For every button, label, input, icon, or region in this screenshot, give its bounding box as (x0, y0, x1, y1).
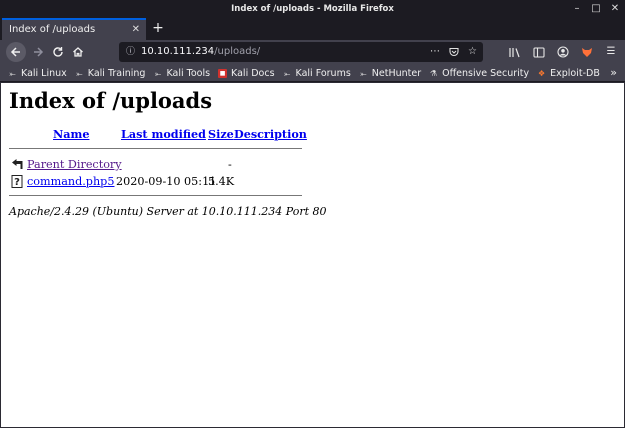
bookmark-label: Offensive Security (442, 67, 530, 79)
bookmark-star-icon[interactable]: ☆ (468, 42, 477, 65)
page-actions-icon[interactable]: ⋯ (430, 42, 440, 65)
url-bar[interactable]: ⓘ 10.10.111.234/uploads/ ⋯ ☆ (119, 42, 483, 62)
tab-index-of-uploads[interactable]: Index of /uploads ✕ (2, 18, 146, 40)
tab-title: Index of /uploads (9, 24, 96, 35)
bookmarks-overflow-icon[interactable]: » (610, 64, 617, 82)
page-title: Index of /uploads (9, 88, 213, 113)
bookmarks-list: ⤜ Kali Linux ⤜ Kali Training ⤜ Kali Tool… (8, 64, 600, 82)
tab-close-button[interactable]: ✕ (132, 20, 140, 39)
library-icon[interactable] (507, 42, 523, 62)
menu-icon[interactable]: ☰ (603, 42, 619, 62)
column-header-size[interactable]: Size (208, 127, 234, 141)
parent-size: - (228, 158, 232, 171)
column-header-name[interactable]: Name (53, 127, 89, 141)
bookmark-kali-forums[interactable]: ⤜ Kali Forums (283, 64, 351, 82)
foxyproxy-icon[interactable] (579, 42, 595, 62)
bookmark-kali-tools[interactable]: ⤜ Kali Tools (153, 64, 210, 82)
window-titlebar: Index of /uploads - Mozilla Firefox – □ … (0, 0, 625, 18)
file-size: 5.4K (208, 175, 235, 188)
url-actions: ⋯ ☆ (430, 42, 477, 65)
reload-icon (53, 47, 63, 57)
window-title: Index of /uploads - Mozilla Firefox (231, 4, 394, 14)
page-content: Index of /uploads Name Last modified Siz… (1, 83, 624, 427)
svg-text:?: ? (14, 177, 20, 188)
exploit-db-icon: ❖ (538, 68, 546, 78)
header-rule (9, 148, 302, 149)
bookmark-label: Kali Tools (166, 67, 211, 79)
url-host: 10.10.111.234 (141, 46, 215, 57)
bookmark-label: NetHunter (371, 67, 422, 79)
bookmark-label: Kali Forums (295, 67, 351, 79)
kali-dragon-icon: ⤜ (76, 68, 83, 78)
bookmark-label: Kali Linux (21, 67, 67, 79)
column-header-last-modified[interactable]: Last modified (121, 127, 206, 141)
bookmark-kali-training[interactable]: ⤜ Kali Training (75, 64, 146, 82)
file-modified: 2020-09-10 05:11 (116, 175, 217, 188)
site-info-icon[interactable]: ⓘ (126, 42, 135, 62)
bookmark-kali-docs[interactable]: ■ Kali Docs (218, 64, 275, 82)
footer-rule (9, 195, 302, 196)
toolbar-right: ☰ (507, 42, 619, 62)
bookmark-exploit-db[interactable]: ❖ Exploit-DB (537, 64, 600, 82)
kali-dragon-icon: ⤜ (283, 68, 291, 78)
kali-docs-icon: ■ (218, 68, 228, 78)
close-window-button[interactable]: ✕ (609, 3, 621, 15)
reload-button[interactable] (48, 42, 68, 62)
table-row: ? command.php5 2020-09-10 05:11 5.4K (9, 175, 303, 189)
server-signature: Apache/2.4.29 (Ubuntu) Server at 10.10.1… (9, 205, 327, 218)
home-icon (73, 47, 83, 57)
maximize-button[interactable]: □ (590, 3, 602, 15)
kali-dragon-icon: ⤜ (9, 68, 16, 78)
sidebar-icon[interactable] (531, 42, 547, 62)
account-icon[interactable] (555, 42, 571, 62)
unknown-file-icon: ? (11, 175, 23, 188)
bookmark-offensive-security[interactable]: ⚗ Offensive Security (429, 64, 529, 82)
home-button[interactable] (68, 42, 88, 62)
bookmark-kali-linux[interactable]: ⤜ Kali Linux (8, 64, 67, 82)
forward-button[interactable] (28, 42, 48, 62)
url-path: /uploads/ (214, 46, 261, 57)
column-header-description[interactable]: Description (234, 127, 307, 141)
table-row-parent: Parent Directory - (9, 158, 303, 172)
bookmark-nethunter[interactable]: ⤜ NetHunter (359, 64, 421, 82)
new-tab-button[interactable]: + (150, 18, 166, 40)
navigation-toolbar: ⓘ 10.10.111.234/uploads/ ⋯ ☆ ☰ (0, 40, 625, 64)
bookmark-label: Kali Docs (231, 67, 275, 79)
window-controls: – □ ✕ (571, 3, 621, 15)
file-link[interactable]: command.php5 (27, 175, 114, 188)
bookmark-label: Kali Training (87, 67, 146, 79)
kali-dragon-icon: ⤜ (154, 68, 162, 78)
arrow-left-icon (10, 47, 20, 57)
offsec-icon: ⚗ (430, 68, 438, 78)
parent-directory-link[interactable]: Parent Directory (27, 158, 122, 171)
kali-dragon-icon: ⤜ (360, 68, 367, 78)
arrow-right-icon (34, 47, 44, 57)
tab-strip: Index of /uploads ✕ + (0, 18, 625, 40)
bookmark-label: Exploit-DB (550, 67, 600, 79)
pocket-icon[interactable] (449, 42, 459, 65)
back-button[interactable] (6, 42, 26, 62)
minimize-button[interactable]: – (571, 3, 583, 15)
back-arrow-icon (12, 159, 23, 169)
bookmarks-toolbar: ⤜ Kali Linux ⤜ Kali Training ⤜ Kali Tool… (0, 64, 625, 82)
